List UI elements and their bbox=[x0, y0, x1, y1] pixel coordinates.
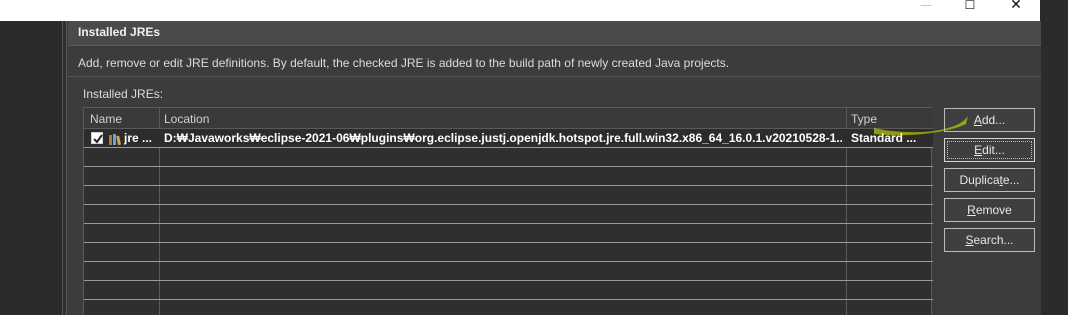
jre-type-cell: Standard ... bbox=[851, 131, 917, 145]
table-row bbox=[84, 148, 933, 167]
column-header-location[interactable]: Location bbox=[164, 112, 209, 126]
page-title: Installed JREs bbox=[78, 25, 161, 39]
window-titlebar: — ☐ ✕ bbox=[0, 0, 1040, 21]
table-row bbox=[84, 243, 933, 262]
table-row bbox=[84, 262, 933, 281]
table-row bbox=[84, 186, 933, 205]
column-header-name[interactable]: Name bbox=[90, 112, 122, 126]
close-icon[interactable]: ✕ bbox=[1004, 0, 1028, 13]
jre-default-checkbox[interactable] bbox=[91, 132, 103, 144]
minimize-icon[interactable]: — bbox=[914, 0, 938, 13]
jre-library-icon bbox=[108, 131, 122, 146]
installed-jres-table[interactable]: Name Location Type jre ... D:₩Javaworks₩… bbox=[83, 107, 933, 315]
table-row[interactable]: jre ... D:₩Javaworks₩eclipse-2021-06₩plu… bbox=[84, 129, 933, 148]
preferences-dialog: Installed JREs Add, remove or edit JRE d… bbox=[62, 21, 1041, 315]
jre-name-cell: jre ... bbox=[124, 131, 153, 145]
table-label: Installed JREs: bbox=[83, 87, 164, 101]
add-button[interactable]: Add... bbox=[944, 108, 1035, 132]
jre-location-cell: D:₩Javaworks₩eclipse-2021-06₩plugins₩org… bbox=[164, 131, 842, 145]
table-row bbox=[84, 167, 933, 186]
table-row bbox=[84, 224, 933, 243]
page-description: Add, remove or edit JRE definitions. By … bbox=[78, 56, 730, 70]
column-header-type[interactable]: Type bbox=[851, 112, 877, 126]
divider bbox=[68, 76, 1041, 77]
page-body: Add, remove or edit JRE definitions. By … bbox=[68, 47, 1041, 315]
search-button[interactable]: Search... bbox=[944, 228, 1035, 252]
edit-button[interactable]: Edit... bbox=[944, 138, 1035, 162]
table-row bbox=[84, 300, 933, 315]
table-header: Name Location Type bbox=[84, 108, 933, 129]
window-edge bbox=[1040, 0, 1068, 315]
table-row bbox=[84, 205, 933, 224]
maximize-icon[interactable]: ☐ bbox=[958, 0, 982, 13]
page-header: Installed JREs bbox=[68, 21, 1041, 46]
duplicate-button[interactable]: Duplicate... bbox=[944, 168, 1035, 192]
remove-button[interactable]: Remove bbox=[944, 198, 1035, 222]
dialog-left-border bbox=[63, 21, 67, 315]
table-row bbox=[84, 281, 933, 300]
